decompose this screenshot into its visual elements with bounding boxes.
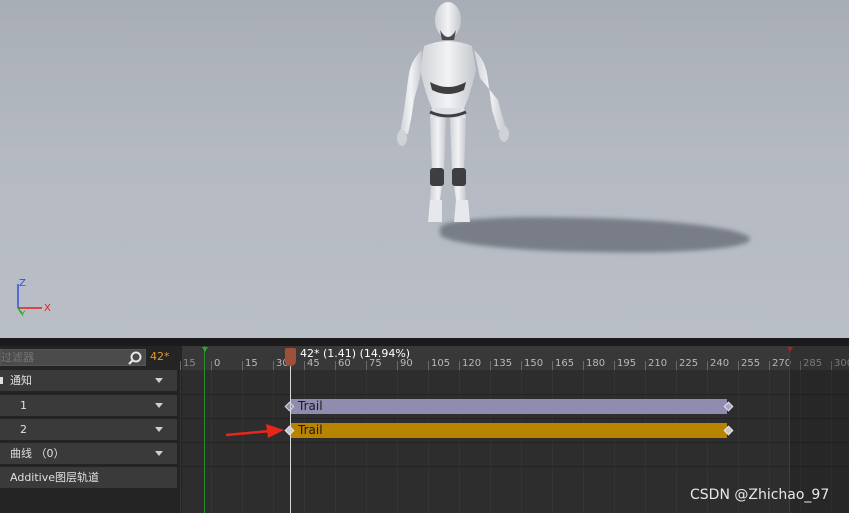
panel-divider[interactable] [0, 338, 849, 346]
ruler-tick-label: 255 [741, 358, 761, 369]
axis-y-label: Y [19, 310, 26, 316]
ruler-tick-label: 225 [679, 358, 699, 369]
filter-input[interactable] [0, 349, 146, 366]
ruler-tick [211, 361, 212, 370]
playhead-line [290, 366, 291, 513]
ruler-tick [304, 361, 305, 370]
collapse-icon[interactable] [0, 377, 3, 384]
state-label: Trail [298, 423, 323, 437]
chevron-down-icon[interactable] [155, 451, 163, 456]
ruler-tick [459, 361, 460, 370]
start-range-line [204, 346, 205, 513]
start-range-marker[interactable] [202, 347, 208, 352]
grid-line [180, 370, 181, 513]
ruler-tick [769, 361, 770, 370]
track-curves[interactable]: 曲线 （0） [0, 443, 177, 464]
track-notify-2[interactable]: 2 [0, 419, 177, 440]
row-separator [182, 466, 849, 467]
ruler-tick-label: 180 [586, 358, 606, 369]
row-separator [182, 418, 849, 419]
ruler-tick [552, 361, 553, 370]
ruler-tick [366, 361, 367, 370]
ruler-tick [428, 361, 429, 370]
ruler-tick [707, 361, 708, 370]
chevron-down-icon[interactable] [155, 378, 163, 383]
annotation-arrow [226, 424, 284, 438]
ruler-tick-label: 195 [617, 358, 637, 369]
playhead-handle[interactable] [285, 348, 296, 366]
end-range-marker[interactable] [787, 347, 793, 352]
filter-row: 42* [0, 348, 182, 368]
ruler-tick [180, 361, 181, 370]
ruler-tick-label: 210 [648, 358, 668, 369]
axis-z-label: Z [19, 278, 26, 289]
track-label: 通知 [10, 374, 32, 387]
axis-x-label: X [44, 303, 51, 314]
track-label: Additive图层轨道 [10, 471, 99, 484]
track-notifies[interactable]: 通知 [0, 370, 177, 391]
ruler-tick [614, 361, 615, 370]
track-label: 2 [20, 423, 27, 436]
row-separator [182, 442, 849, 443]
notify-state-trail-1[interactable]: Trail [290, 399, 727, 414]
chevron-down-icon[interactable] [155, 403, 163, 408]
ruler-tick [397, 361, 398, 370]
time-ruler[interactable]: 15 0 15 30 45 60 75 90 105 120 135 150 165 180 195 210 2… [180, 346, 849, 370]
axis-gizmo: Z X Y [17, 278, 51, 316]
ruler-tick-label: 135 [493, 358, 513, 369]
search-icon[interactable] [127, 350, 143, 366]
notify-state-trail-2[interactable]: Trail [290, 423, 727, 438]
track-additive-layers[interactable]: Additive图层轨道 [0, 467, 177, 488]
ruler-tick [490, 361, 491, 370]
ruler-tick-label: 15 [183, 358, 196, 369]
ruler-tick [273, 361, 274, 370]
ruler-tick [645, 361, 646, 370]
state-label: Trail [298, 399, 323, 413]
chevron-down-icon[interactable] [155, 427, 163, 432]
ruler-tick-label: 15 [245, 358, 258, 369]
ruler-tick [521, 361, 522, 370]
ruler-tick [676, 361, 677, 370]
ruler-tick [335, 361, 336, 370]
row-separator [182, 394, 849, 395]
track-label: 1 [20, 399, 27, 412]
watermark: CSDN @Zhichao_97 [690, 487, 830, 503]
viewport-3d[interactable]: Z X Y [0, 0, 849, 338]
track-notify-1[interactable]: 1 [0, 395, 177, 416]
mannequin-character[interactable] [380, 0, 520, 230]
ruler-tick-label: 105 [431, 358, 451, 369]
ruler-tick [242, 361, 243, 370]
playhead-readout: 42* (1.41) (14.94%) [300, 347, 411, 360]
ruler-tick-label: 120 [462, 358, 482, 369]
ruler-tick-label: 150 [524, 358, 544, 369]
ruler-tick-label: 0 [214, 358, 221, 369]
ruler-tick [738, 361, 739, 370]
ruler-tick [583, 361, 584, 370]
current-frame-label: 42* [150, 350, 170, 363]
track-label: 曲线 （0） [10, 447, 65, 460]
ruler-tick-label: 165 [555, 358, 575, 369]
ruler-tick-label: 240 [710, 358, 730, 369]
